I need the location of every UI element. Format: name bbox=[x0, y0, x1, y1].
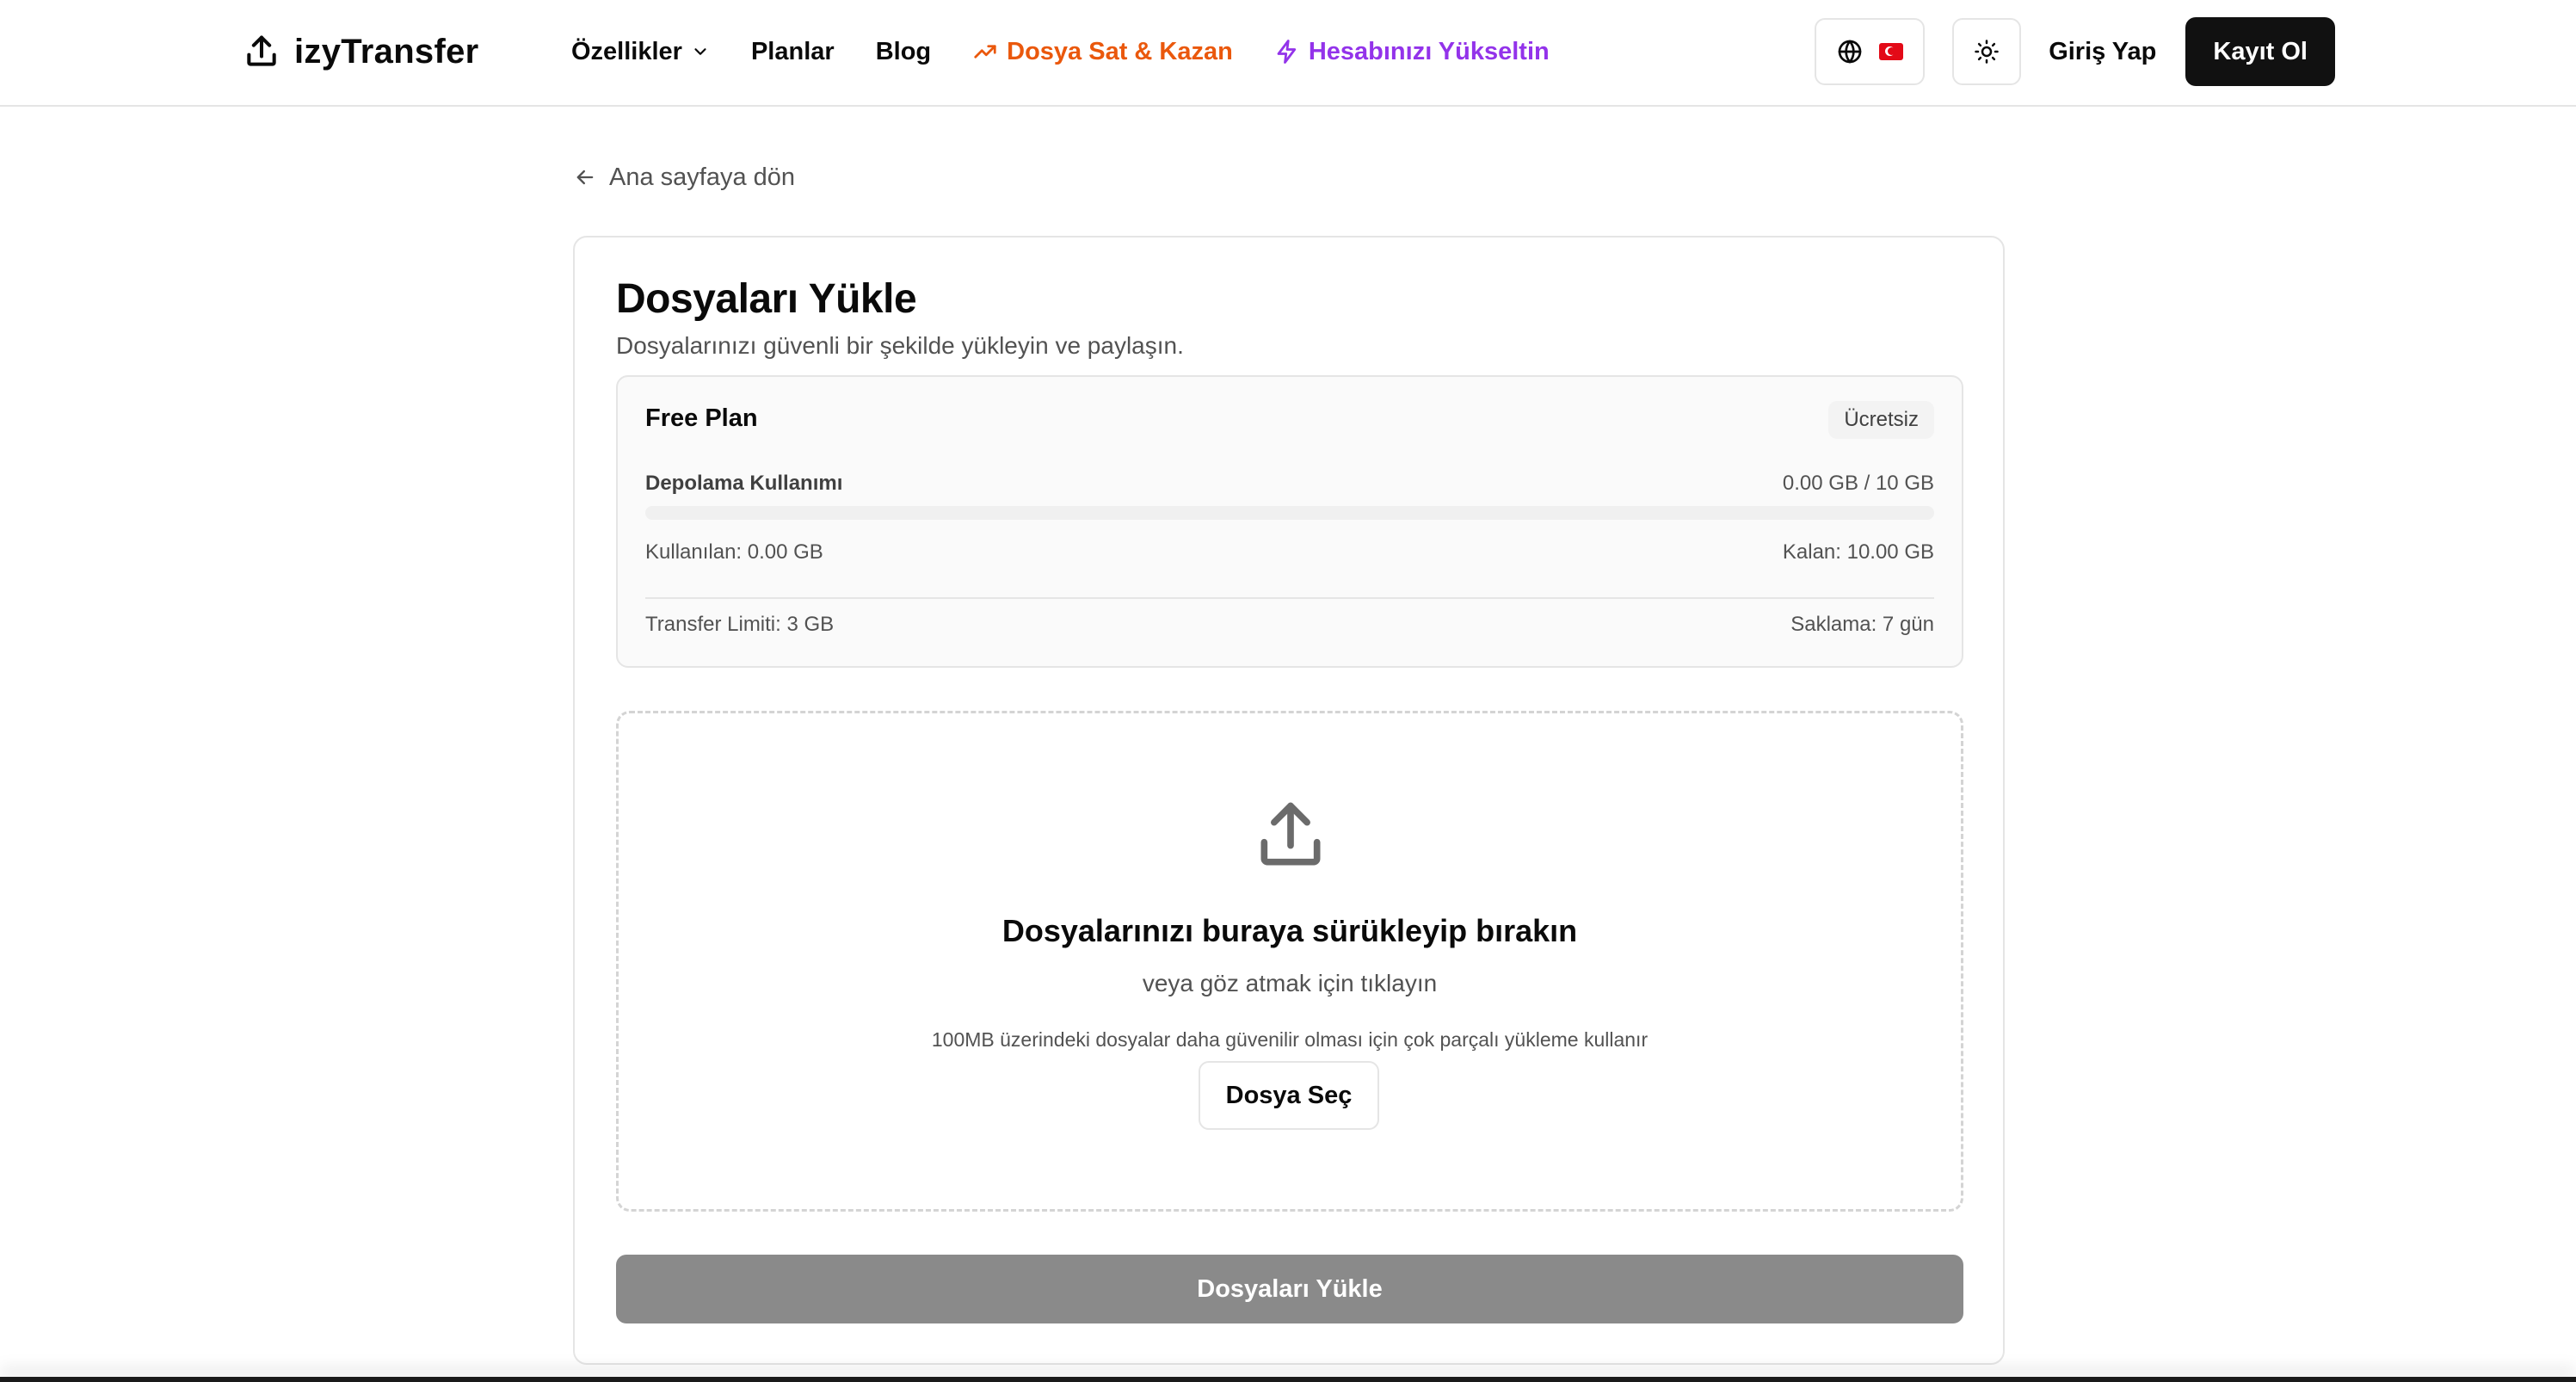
storage-progress-bar bbox=[645, 506, 1934, 520]
language-selector[interactable] bbox=[1815, 18, 1926, 85]
plan-summary: Free Plan Ücretsiz Depolama Kullanımı 0.… bbox=[616, 375, 1963, 668]
storage-usage-row: Depolama Kullanımı 0.00 GB / 10 GB bbox=[645, 472, 1934, 496]
globe-icon bbox=[1838, 40, 1862, 64]
file-dropzone[interactable]: Dosyalarınızı buraya sürükleyip bırakın … bbox=[616, 711, 1963, 1212]
dropzone-subtitle: veya göz atmak için tıklayın bbox=[1142, 970, 1438, 996]
trending-up-icon bbox=[974, 45, 996, 59]
storage-usage-label: Depolama Kullanımı bbox=[645, 472, 843, 495]
arrow-left-icon bbox=[576, 170, 594, 185]
dropzone-note: 100MB üzerindeki dosyalar daha güvenilir… bbox=[931, 1028, 1649, 1051]
nav-features[interactable]: Özellikler bbox=[571, 38, 710, 66]
dropzone-title: Dosyalarınızı buraya sürükleyip bırakın bbox=[1001, 913, 1578, 948]
nav-features-label: Özellikler bbox=[571, 37, 682, 65]
nav-upgrade-label: Hesabınızı Yükseltin bbox=[1308, 37, 1550, 65]
select-file-button[interactable]: Dosya Seç bbox=[1199, 1061, 1379, 1130]
logo[interactable]: izyTransfer bbox=[243, 28, 479, 76]
theme-toggle[interactable] bbox=[1952, 18, 2022, 85]
used-remaining-row: Kullanılan: 0.00 GB Kalan: 10.00 GB bbox=[645, 540, 1934, 565]
back-link-label: Ana sayfaya dön bbox=[609, 163, 796, 191]
page-subtitle: Dosyalarınızı güvenli bir şekilde yükley… bbox=[616, 332, 1184, 359]
header-controls: Giriş Yap Kayıt Ol bbox=[1815, 17, 2335, 86]
sun-icon bbox=[1975, 40, 1999, 64]
window-bottom-edge bbox=[0, 1377, 2576, 1382]
plan-badge: Ücretsiz bbox=[1828, 401, 1934, 439]
chevron-down-icon bbox=[694, 48, 706, 55]
site-header: izyTransfer Özellikler Planlar Blog Dosy… bbox=[0, 0, 2576, 107]
nav-blog[interactable]: Blog bbox=[876, 38, 931, 66]
upload-icon bbox=[247, 35, 276, 66]
nav-sell-earn-label: Dosya Sat & Kazan bbox=[1007, 37, 1233, 65]
divider bbox=[645, 597, 1934, 599]
page-title: Dosyaları Yükle bbox=[616, 276, 917, 322]
signup-button[interactable]: Kayıt Ol bbox=[2185, 17, 2335, 86]
plan-name: Free Plan bbox=[645, 404, 758, 432]
remaining-storage: Kalan: 10.00 GB bbox=[1782, 540, 1934, 564]
storage-usage-value: 0.00 GB / 10 GB bbox=[1782, 472, 1934, 495]
upload-card: Dosyaları Yükle Dosyalarınızı güvenli bi… bbox=[573, 236, 2005, 1365]
transfer-limit: Transfer Limiti: 3 GB bbox=[645, 613, 835, 636]
used-storage: Kullanılan: 0.00 GB bbox=[645, 540, 823, 564]
login-link[interactable]: Giriş Yap bbox=[2049, 38, 2156, 66]
back-to-home-link[interactable]: Ana sayfaya dön bbox=[573, 158, 795, 196]
limits-row: Transfer Limiti: 3 GB Saklama: 7 gün bbox=[645, 613, 1934, 637]
retention-period: Saklama: 7 gün bbox=[1790, 613, 1934, 636]
nav-sell-earn[interactable]: Dosya Sat & Kazan bbox=[972, 38, 1233, 66]
upload-icon bbox=[1260, 802, 1321, 866]
logo-text: izyTransfer bbox=[294, 32, 479, 71]
main-nav: Özellikler Planlar Blog Dosya Sat & Kaza… bbox=[571, 28, 1591, 76]
lightning-icon bbox=[1277, 40, 1296, 64]
turkish-flag-icon bbox=[1879, 43, 1904, 60]
nav-plans[interactable]: Planlar bbox=[751, 38, 835, 66]
nav-upgrade[interactable]: Hesabınızı Yükseltin bbox=[1274, 38, 1550, 66]
upload-files-button[interactable]: Dosyaları Yükle bbox=[616, 1255, 1963, 1323]
